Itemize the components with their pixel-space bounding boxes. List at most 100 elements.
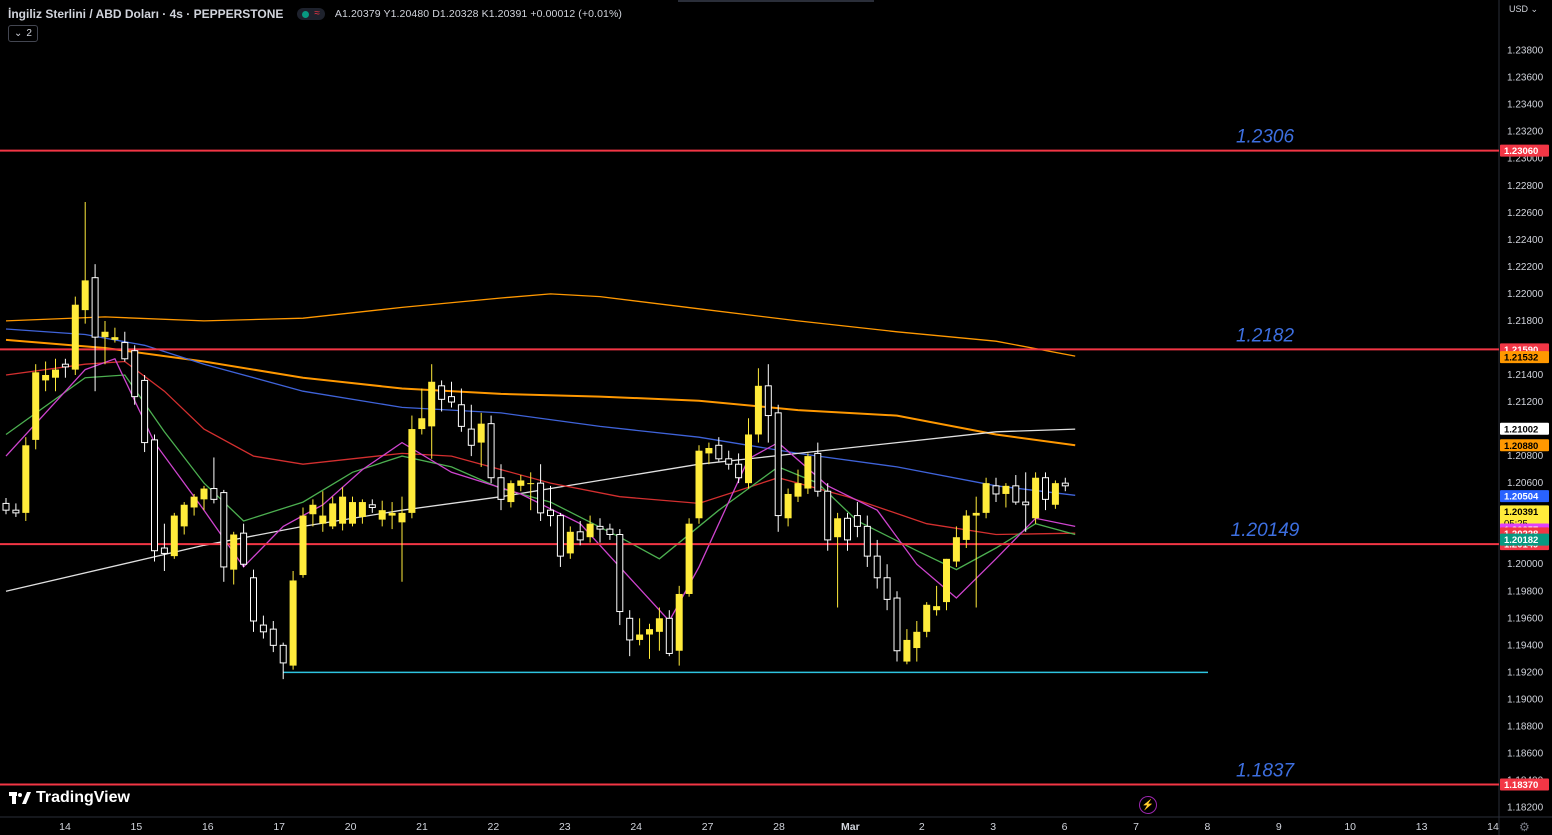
candle-body[interactable] [804, 456, 812, 489]
candle-body[interactable] [982, 483, 990, 513]
candle-body[interactable] [448, 396, 455, 403]
candle-body[interactable] [685, 523, 693, 594]
candle-body[interactable] [754, 385, 762, 435]
candle-body[interactable] [943, 558, 950, 603]
candle-body[interactable] [428, 381, 436, 427]
candle-body[interactable] [61, 363, 69, 368]
indicators-toggle-button[interactable]: ⌄ 2 [8, 25, 38, 42]
candle-body[interactable] [655, 618, 663, 632]
candle-body[interactable] [636, 634, 644, 640]
candle-body[interactable] [141, 379, 149, 444]
candle-body[interactable] [873, 555, 881, 579]
candle-body[interactable] [665, 617, 673, 654]
candle-body[interactable] [160, 547, 168, 554]
candle-body[interactable] [269, 628, 277, 646]
candle-body[interactable] [853, 515, 861, 527]
candle-body[interactable] [32, 372, 40, 440]
candle-body[interactable] [764, 385, 772, 417]
candle-body[interactable] [824, 490, 832, 541]
candle-body[interactable] [349, 502, 356, 524]
candle-body[interactable] [952, 537, 960, 562]
candle-body[interactable] [457, 404, 465, 427]
candle-body[interactable] [71, 304, 79, 370]
candle-body[interactable] [101, 331, 109, 338]
candle-body[interactable] [566, 531, 574, 554]
candle-body[interactable] [190, 496, 198, 508]
candle-body[interactable] [259, 624, 267, 633]
candle-body[interactable] [1042, 477, 1049, 500]
candle-body[interactable] [250, 577, 257, 622]
candle-body[interactable] [576, 531, 584, 541]
candle-body[interactable] [398, 512, 406, 523]
candle-body[interactable] [200, 488, 208, 500]
candle-body[interactable] [586, 523, 594, 538]
price-chart[interactable]: 1.2306 1.2182 1.20149 1.1837 1.23800 1.23600 1… [0, 0, 1552, 835]
candle-body[interactable] [695, 450, 703, 519]
candle-body[interactable] [527, 483, 535, 485]
candle-body[interactable] [646, 629, 653, 635]
candle-body[interactable] [111, 337, 119, 340]
candle-body[interactable] [844, 517, 851, 541]
candle-body[interactable] [715, 444, 723, 460]
candle-body[interactable] [507, 483, 515, 503]
candle-body[interactable] [52, 369, 59, 378]
candle-body[interactable] [339, 496, 347, 524]
candle-body[interactable] [814, 452, 822, 492]
candle-body[interactable] [903, 639, 911, 662]
candle-body[interactable] [388, 512, 396, 516]
candle-body[interactable] [626, 617, 634, 641]
candle-body[interactable] [220, 492, 228, 568]
candle-body[interactable] [893, 597, 901, 652]
candle-body[interactable] [933, 606, 941, 611]
candle-body[interactable] [962, 515, 970, 540]
candle-body[interactable] [784, 493, 792, 519]
candle-body[interactable] [91, 277, 99, 338]
candle-body[interactable] [547, 509, 554, 517]
candle-body[interactable] [309, 504, 317, 515]
candle-body[interactable] [1002, 485, 1010, 494]
candle-body[interactable] [487, 423, 495, 479]
candle-body[interactable] [240, 532, 248, 565]
candle-body[interactable] [210, 488, 218, 500]
candle-body[interactable] [596, 525, 604, 530]
candle-body[interactable] [2, 502, 10, 511]
price-axis-panel[interactable] [1499, 0, 1552, 835]
candle-body[interactable] [418, 418, 426, 430]
candle-body[interactable] [81, 280, 89, 311]
candle-body[interactable] [745, 434, 752, 484]
candle-body[interactable] [467, 428, 475, 446]
candle-body[interactable] [616, 534, 624, 613]
currency-selector[interactable]: USD ⌄ [1509, 4, 1538, 15]
gear-icon[interactable]: ⚙ [1519, 820, 1530, 834]
candle-body[interactable] [1012, 485, 1020, 503]
candle-body[interactable] [675, 593, 683, 651]
candle-body[interactable] [537, 482, 545, 514]
candle-body[interactable] [319, 515, 327, 524]
candle-body[interactable] [794, 483, 802, 497]
candle-body[interactable] [378, 510, 386, 520]
candle-body[interactable] [725, 458, 733, 465]
candle-body[interactable] [408, 429, 416, 513]
candle-body[interactable] [497, 477, 505, 500]
candle-body[interactable] [834, 518, 842, 538]
candle-body[interactable] [151, 439, 158, 552]
candle-body[interactable] [992, 485, 1000, 495]
candle-body[interactable] [1061, 482, 1069, 487]
candle-body[interactable] [170, 515, 178, 557]
candle-body[interactable] [883, 577, 891, 600]
market-status-icons[interactable]: ≈ [297, 8, 325, 20]
candle-body[interactable] [358, 502, 366, 517]
bolt-icon[interactable]: ⚡ [1139, 796, 1157, 814]
candle-body[interactable] [289, 580, 297, 666]
candle-body[interactable] [180, 504, 188, 527]
candle-body[interactable] [121, 342, 129, 360]
candle-body[interactable] [368, 504, 376, 508]
candle-body[interactable] [556, 515, 564, 557]
candle-body[interactable] [22, 445, 30, 513]
candle-body[interactable] [1032, 477, 1040, 519]
candle-body[interactable] [477, 423, 485, 443]
candle-body[interactable] [913, 631, 921, 649]
candle-body[interactable] [1022, 501, 1030, 506]
candle-body[interactable] [438, 385, 446, 400]
candle-body[interactable] [863, 525, 871, 557]
